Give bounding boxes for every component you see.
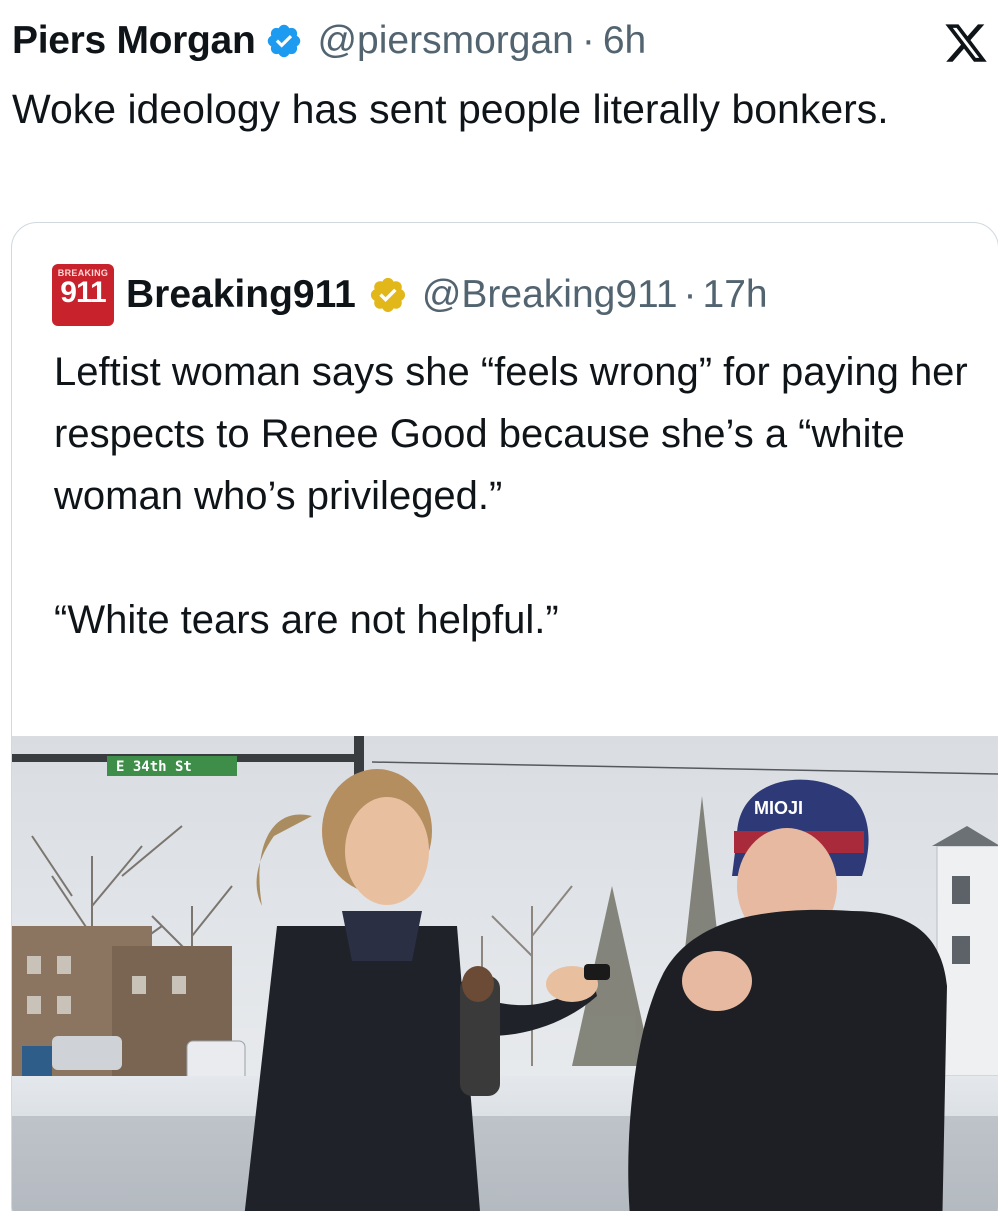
quoted-text-paragraph-2: “White tears are not helpful.” [54,598,559,642]
quoted-tweet-text: Leftist woman says she “feels wrong” for… [54,341,974,651]
street-sign-text: E 34th St [116,759,192,775]
quoted-author-handle[interactable]: @Breaking911 [422,273,678,317]
avatar-main-text: 911 [60,276,106,309]
verified-badge-icon [268,24,301,58]
author-name[interactable]: Piers Morgan [12,19,256,63]
x-logo-icon[interactable] [942,20,990,66]
author-handle[interactable]: @piersmorgan [317,19,573,63]
verified-gold-badge-icon [370,277,405,313]
post-timestamp[interactable]: 6h [603,19,646,63]
post-screenshot: Piers Morgan @piersmorgan · 6h Woke ideo… [0,0,998,1211]
quoted-author-name[interactable]: Breaking911 [126,273,356,317]
separator-dot: · [683,273,697,316]
tweet-text: Woke ideology has sent people literally … [12,86,889,132]
tweet-header: Piers Morgan @piersmorgan · 6h [12,14,998,68]
avatar[interactable]: BREAKING 911 [52,264,114,326]
separator-dot: · [581,19,595,62]
hat-text: MIOJI [754,798,803,818]
quoted-text-paragraph-1: Leftist woman says she “feels wrong” for… [54,350,968,518]
street-scene-image: E 34th St MIOJI [12,736,998,1211]
quoted-post-timestamp[interactable]: 17h [703,273,768,317]
video-thumbnail[interactable]: E 34th St MIOJI [12,736,998,1211]
quoted-tweet-card[interactable]: BREAKING 911 Breaking911 @Breaking911 · … [11,222,998,1211]
quoted-tweet-header: BREAKING 911 Breaking911 @Breaking911 · … [52,264,768,326]
